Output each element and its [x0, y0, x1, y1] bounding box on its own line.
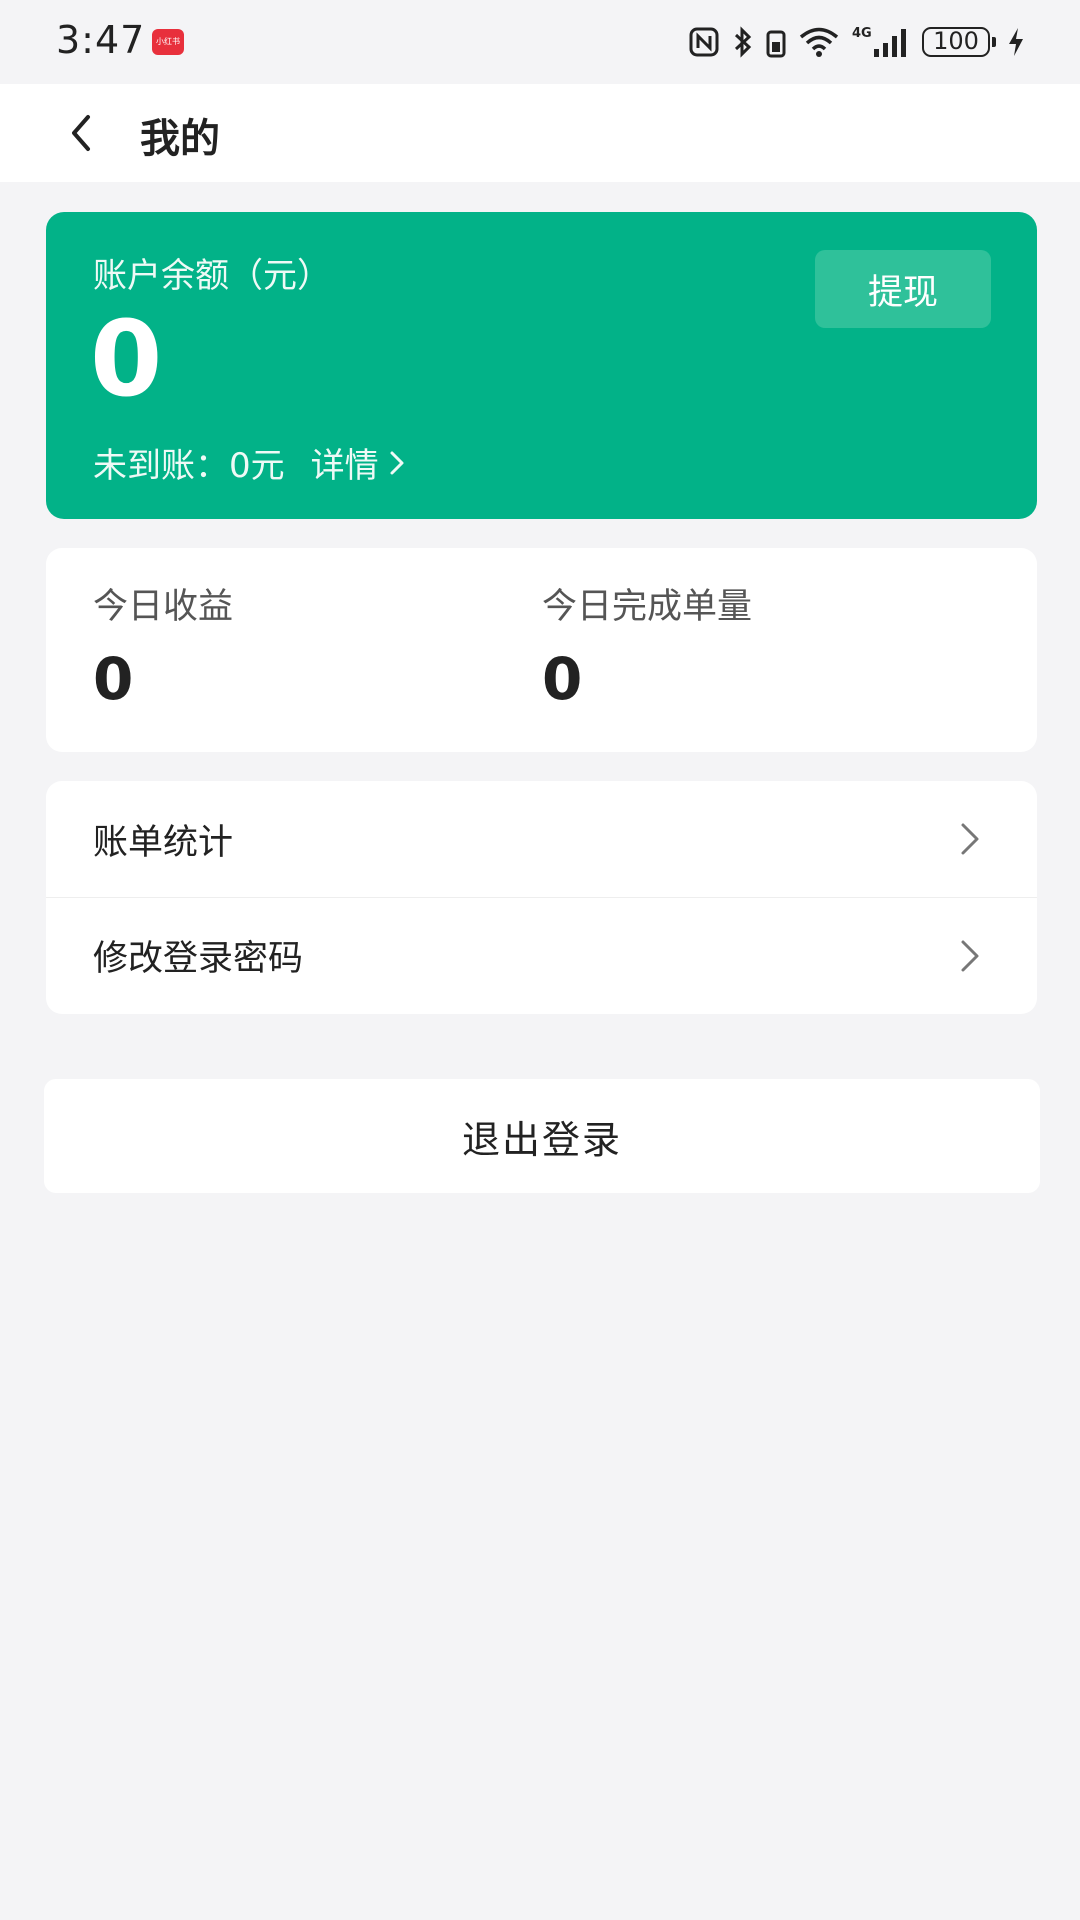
- status-icons: 4G 100: [688, 22, 1026, 62]
- nav-bar: 我的: [0, 84, 1080, 182]
- balance-label: 账户余额（元）: [93, 256, 331, 296]
- balance-card: 账户余额（元） 0 提现 未到账： 0元 详情: [46, 212, 1037, 519]
- nfc-icon: [689, 27, 719, 57]
- detail-label: 详情: [310, 446, 379, 486]
- chevron-right-icon: [961, 823, 979, 855]
- today-stats-card: 今日收益 0 今日完成单量 0: [46, 548, 1037, 752]
- chevron-right-icon: [961, 940, 979, 972]
- today-orders-label: 今日完成单量: [542, 587, 753, 627]
- menu-card: 账单统计 修改登录密码: [46, 781, 1037, 1014]
- today-orders-stat: 今日完成单量 0: [542, 578, 752, 713]
- pending-row: 未到账： 0元 详情: [93, 438, 405, 487]
- chevron-left-icon: [72, 115, 90, 151]
- balance-value: 0: [90, 298, 163, 420]
- menu-item-label: 账单统计: [93, 822, 234, 863]
- page-title: 我的: [140, 116, 220, 162]
- phone-vibrate-icon: [766, 30, 786, 58]
- logout-button[interactable]: 退出登录: [44, 1079, 1040, 1193]
- back-button[interactable]: [56, 108, 106, 158]
- battery-icon: 100: [922, 27, 996, 57]
- bluetooth-icon: [734, 26, 752, 58]
- menu-item-bill-statistics[interactable]: 账单统计: [46, 781, 1037, 897]
- today-orders-value: 0: [542, 645, 583, 713]
- withdraw-button[interactable]: 提现: [815, 250, 991, 328]
- menu-item-label: 修改登录密码: [93, 939, 304, 979]
- today-income-value: 0: [93, 645, 134, 713]
- pending-value: 0元: [229, 446, 285, 486]
- chevron-right-icon: [390, 451, 404, 474]
- wifi-icon: [799, 27, 839, 57]
- pending-label: 未到账：: [93, 446, 229, 486]
- status-time: 3:47: [56, 18, 146, 62]
- charging-icon: [1009, 28, 1023, 56]
- detail-link[interactable]: 详情: [311, 438, 405, 487]
- status-bar: 3:47 小红书 4G 100: [0, 0, 1080, 84]
- today-income-label: 今日收益: [93, 587, 234, 627]
- svg-text:4G: 4G: [852, 26, 872, 41]
- signal-icon: 4G: [852, 26, 906, 57]
- app-notification-badge: 小红书: [152, 29, 184, 55]
- menu-item-change-password[interactable]: 修改登录密码: [46, 897, 1037, 1013]
- today-income-stat: 今日收益 0: [93, 578, 233, 713]
